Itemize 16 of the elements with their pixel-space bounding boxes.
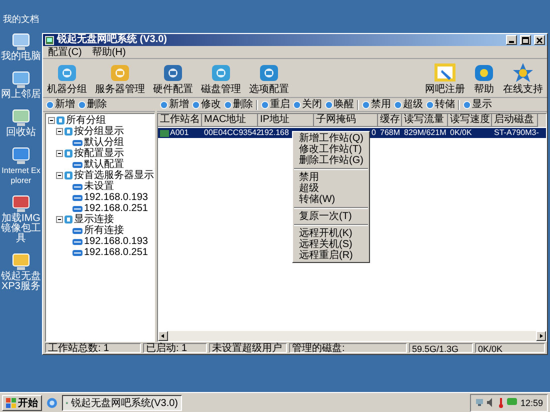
table-cell: ST-A790M3- xyxy=(494,128,539,138)
status-text: 未设置超级用户 xyxy=(209,343,287,353)
table-cell: 00E04CC93542 xyxy=(204,128,261,138)
status-text: 已启动: 1 xyxy=(143,343,207,353)
status-text: 管理的磁盘: xyxy=(289,343,407,353)
status-text: 0K/0K xyxy=(475,343,545,353)
clock: 12:59 xyxy=(520,398,543,408)
window-title: 锐起无盘网吧系统 (V3.0) xyxy=(57,34,168,46)
table-cell: 768M xyxy=(380,128,400,138)
table-cell: 829M/621M xyxy=(404,128,446,138)
status-text: 工作站总数: 1 xyxy=(45,343,141,353)
status-text: 59.5G/1.3G xyxy=(409,343,473,353)
table-cell: 192.168 xyxy=(260,128,289,138)
table-cell: 0K/0K xyxy=(450,128,472,138)
table-cell: 0 xyxy=(372,128,376,138)
table-cell: A001 xyxy=(170,128,189,138)
